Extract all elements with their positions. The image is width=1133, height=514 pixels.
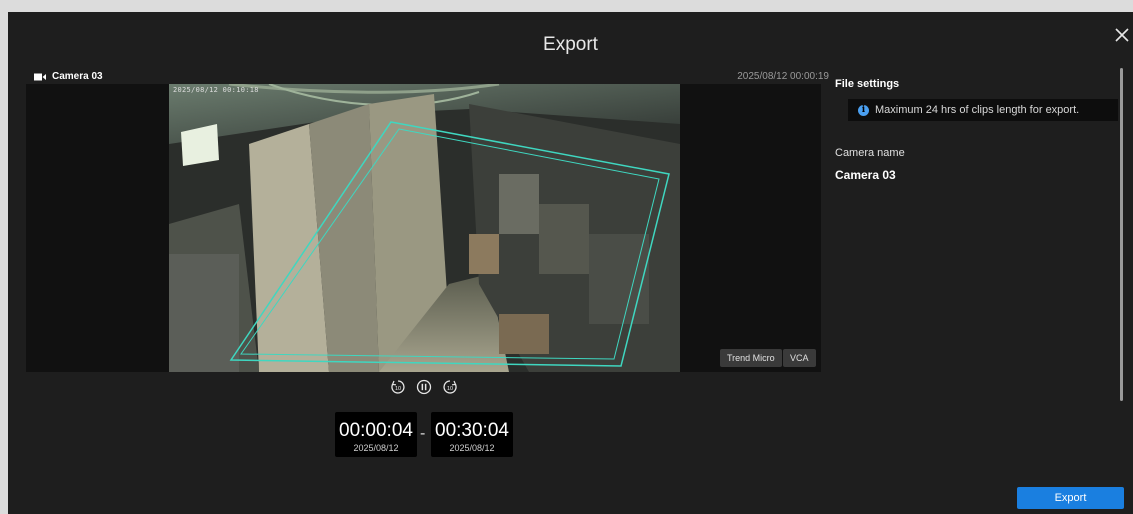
settings-scrollbar[interactable] [1120, 68, 1123, 401]
export-dialog: Export Camera 03 2025/08/12 00:00:19 202… [8, 12, 1133, 514]
camera-title: Camera 03 [34, 71, 103, 82]
video-frame: 2025/08/12 00:10:18 [169, 84, 680, 372]
range-separator: - [420, 425, 426, 442]
video-player[interactable]: 2025/08/12 00:10:18 Trend Micro VCA [26, 84, 821, 372]
vca-button[interactable]: VCA [783, 349, 816, 367]
start-date: 2025/08/12 [353, 443, 399, 453]
svg-text:10: 10 [447, 386, 453, 392]
export-button[interactable]: Export [1017, 487, 1124, 509]
video-camera-icon [34, 73, 46, 80]
start-time: 00:00:04 [339, 420, 413, 441]
end-time-picker[interactable]: 00:30:04 2025/08/12 [431, 412, 513, 457]
end-date: 2025/08/12 [449, 443, 495, 453]
info-icon: i [858, 104, 869, 116]
end-time: 00:30:04 [435, 420, 509, 441]
camera-timestamp: 2025/08/12 00:00:19 [737, 71, 829, 82]
camera-name-value: Camera 03 [835, 168, 896, 182]
settings-panel: File settings i Maximum 24 hrs of clips … [835, 12, 1120, 514]
export-limit-notice: i Maximum 24 hrs of clips length for exp… [848, 99, 1118, 121]
file-settings-title: File settings [835, 78, 900, 90]
forward-10-icon[interactable]: 10 [442, 379, 458, 395]
trend-micro-button[interactable]: Trend Micro [720, 349, 782, 367]
camera-name-label: Camera name [835, 147, 905, 159]
start-time-picker[interactable]: 00:00:04 2025/08/12 [335, 412, 417, 457]
playback-controls: 10 10 [390, 378, 460, 396]
camera-feed-image [169, 84, 680, 372]
svg-text:10: 10 [395, 386, 401, 392]
rewind-10-icon[interactable]: 10 [390, 379, 406, 395]
camera-name: Camera 03 [52, 71, 103, 82]
export-limit-text: Maximum 24 hrs of clips length for expor… [875, 104, 1080, 116]
camera-osd-timestamp: 2025/08/12 00:10:18 [173, 86, 259, 94]
pause-icon[interactable] [416, 379, 432, 395]
